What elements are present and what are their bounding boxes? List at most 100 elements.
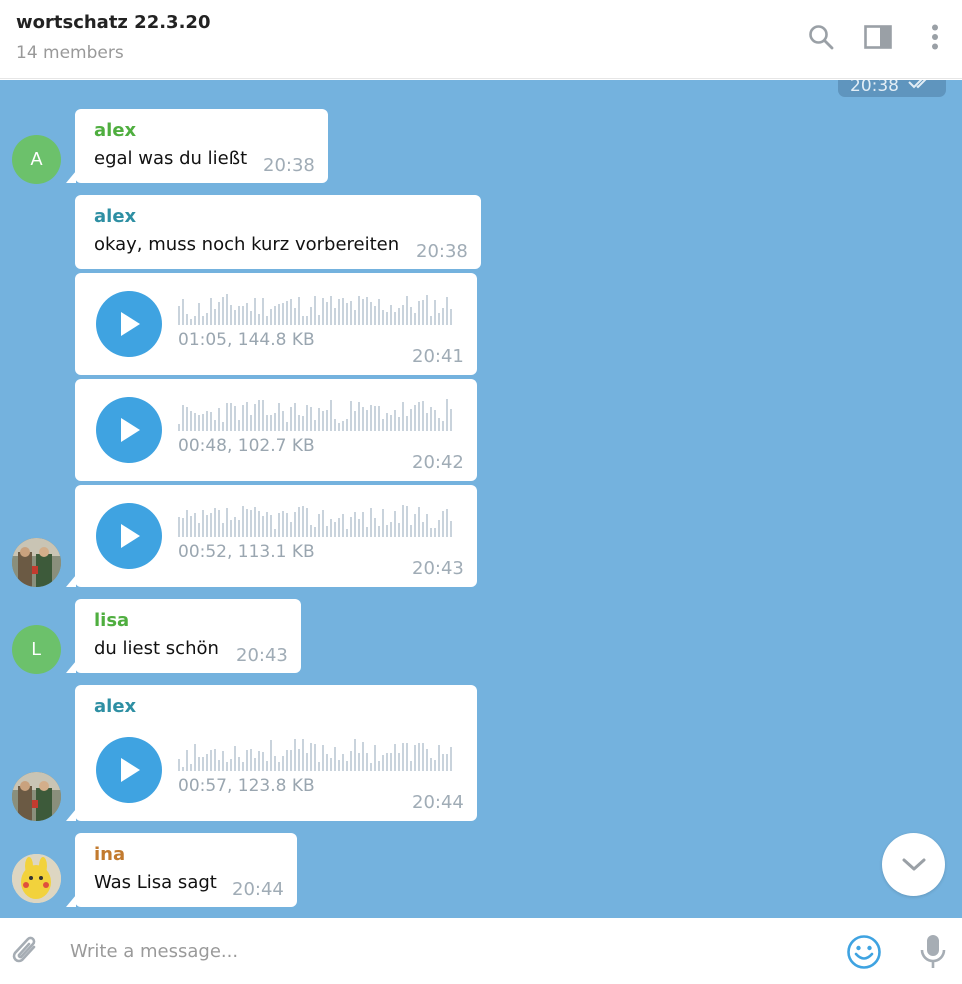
member-count[interactable]: 14 members <box>16 43 124 63</box>
message-bubble[interactable]: alex okay, muss noch kurz vorbereiten 20… <box>75 195 481 269</box>
waveform-bar <box>186 314 188 325</box>
avatar-alex[interactable]: A <box>12 135 61 184</box>
waveform-bar <box>330 296 332 325</box>
message-input[interactable] <box>58 932 818 970</box>
avatar-alex-photo[interactable] <box>12 538 61 587</box>
voice-waveform[interactable] <box>178 293 454 325</box>
waveform-bar <box>302 506 304 537</box>
waveform-bar <box>406 506 408 537</box>
waveform-bar <box>266 316 268 325</box>
message-text: okay, muss noch kurz vorbereiten <box>94 234 400 255</box>
message-bubble[interactable]: alex egal was du ließt 20:38 <box>66 109 328 183</box>
message-list[interactable]: 20:38 A alex egal was du ließt 20:38 ale… <box>0 80 962 918</box>
scroll-to-bottom-button[interactable] <box>882 833 945 896</box>
waveform-bar <box>366 527 368 537</box>
voice-waveform[interactable] <box>178 739 454 771</box>
waveform-bar <box>318 762 320 771</box>
waveform-bar <box>254 298 256 325</box>
waveform-bar <box>386 413 388 431</box>
voice-message[interactable]: 00:52, 113.1 KB 20:43 <box>66 485 477 587</box>
waveform-bar <box>234 406 236 431</box>
waveform-bar <box>178 306 180 325</box>
waveform-bar <box>250 749 252 771</box>
voice-message[interactable]: 01:05, 144.8 KB 20:41 <box>75 273 477 375</box>
message-sender[interactable]: alex <box>94 696 136 717</box>
waveform-bar <box>430 407 432 431</box>
waveform-bar <box>206 515 208 537</box>
message-text: du liest schön <box>94 638 219 659</box>
voice-duration-size: 00:52, 113.1 KB <box>178 542 315 562</box>
waveform-bar <box>350 401 352 431</box>
play-button[interactable] <box>96 737 162 803</box>
waveform-bar <box>406 416 408 431</box>
voice-waveform[interactable] <box>178 399 454 431</box>
waveform-bar <box>418 301 420 325</box>
waveform-bar <box>426 295 428 325</box>
waveform-bar <box>346 303 348 325</box>
waveform-bar <box>366 410 368 431</box>
voice-waveform[interactable] <box>178 505 454 537</box>
waveform-bar <box>314 744 316 771</box>
paperclip-icon[interactable] <box>8 932 42 970</box>
waveform-bar <box>314 420 316 431</box>
microphone-icon[interactable] <box>915 933 951 971</box>
play-button[interactable] <box>96 291 162 357</box>
message-time: 20:38 <box>416 241 468 262</box>
more-vertical-icon[interactable] <box>920 22 950 52</box>
bubble-tail <box>66 809 76 821</box>
waveform-bar <box>410 409 412 431</box>
sidebar-toggle-icon[interactable] <box>863 22 893 52</box>
waveform-bar <box>378 406 380 431</box>
message-time: 20:43 <box>412 558 464 579</box>
waveform-bar <box>446 754 448 771</box>
waveform-bar <box>246 509 248 537</box>
waveform-bar <box>366 753 368 771</box>
waveform-bar <box>286 750 288 771</box>
avatar-alex-photo[interactable] <box>12 772 61 821</box>
waveform-bar <box>178 517 180 537</box>
message-bubble[interactable]: ina Was Lisa sagt 20:44 <box>66 833 297 907</box>
chat-title[interactable]: wortschatz 22.3.20 <box>16 12 210 33</box>
play-icon <box>121 524 140 548</box>
message-sender[interactable]: alex <box>94 206 136 227</box>
waveform-bar <box>278 403 280 431</box>
waveform-bar <box>442 308 444 325</box>
waveform-bar <box>386 312 388 325</box>
play-button[interactable] <box>96 397 162 463</box>
waveform-bar <box>330 400 332 431</box>
waveform-bar <box>322 745 324 771</box>
waveform-bar <box>310 307 312 325</box>
message-sender[interactable]: lisa <box>94 610 129 631</box>
waveform-bar <box>414 405 416 431</box>
waveform-bar <box>326 526 328 537</box>
waveform-bar <box>206 411 208 431</box>
waveform-bar <box>390 753 392 771</box>
waveform-bar <box>450 747 452 771</box>
avatar-ina-photo[interactable] <box>12 854 61 903</box>
voice-message[interactable]: alex 00:57, 123.8 KB 20:44 <box>66 685 477 821</box>
waveform-bar <box>418 402 420 431</box>
waveform-bar <box>374 518 376 537</box>
play-button[interactable] <box>96 503 162 569</box>
voice-duration-size: 01:05, 144.8 KB <box>178 330 315 350</box>
emoji-icon[interactable] <box>845 933 883 971</box>
waveform-bar <box>226 762 228 771</box>
waveform-bar <box>330 758 332 771</box>
waveform-bar <box>278 304 280 325</box>
waveform-bar <box>378 526 380 537</box>
waveform-bar <box>250 311 252 325</box>
waveform-bar <box>210 298 212 325</box>
avatar-lisa[interactable]: L <box>12 625 61 674</box>
voice-message[interactable]: 00:48, 102.7 KB 20:42 <box>75 379 477 481</box>
message-time: 20:42 <box>412 452 464 473</box>
waveform-bar <box>362 407 364 431</box>
waveform-bar <box>246 750 248 771</box>
message-bubble[interactable]: lisa du liest schön 20:43 <box>66 599 301 673</box>
message-sender[interactable]: ina <box>94 844 125 865</box>
search-icon[interactable] <box>806 22 836 52</box>
waveform-bar <box>394 744 396 771</box>
waveform-bar <box>402 402 404 431</box>
message-sender[interactable]: alex <box>94 120 136 141</box>
waveform-bar <box>378 761 380 771</box>
waveform-bar <box>222 751 224 771</box>
